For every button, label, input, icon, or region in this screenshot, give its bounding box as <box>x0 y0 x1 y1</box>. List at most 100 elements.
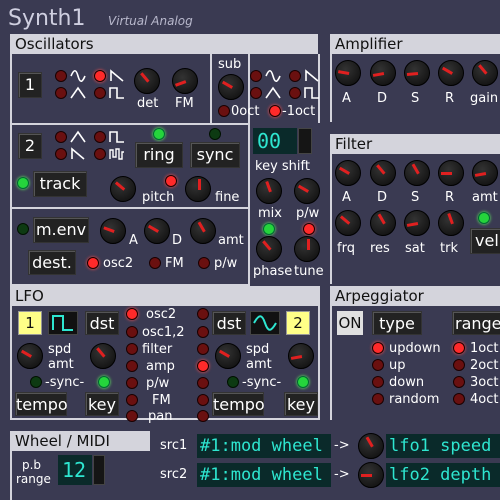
lfo2-wave-display[interactable] <box>250 311 280 335</box>
ring-led[interactable] <box>153 128 165 140</box>
lfo2-key-button[interactable]: key <box>284 392 318 416</box>
lfo2-dst-fm-led[interactable] <box>197 394 209 406</box>
lfo1-wave-display[interactable] <box>48 311 78 335</box>
osc1-fm-knob[interactable] <box>172 68 198 94</box>
lfo1-sync-on-led[interactable] <box>98 376 110 388</box>
lfo2-dst-filter-led[interactable] <box>197 343 209 355</box>
dest-osc2-led[interactable] <box>87 257 99 269</box>
pb-range-display[interactable]: 12 <box>58 455 92 485</box>
lfo-dst-osc12-led[interactable] <box>126 326 138 338</box>
amp-d-knob[interactable] <box>370 60 396 86</box>
arp-on-button[interactable]: ON <box>337 311 363 335</box>
dst1-display[interactable]: lfo1 speed <box>386 434 500 458</box>
lfo1-number[interactable]: 1 <box>18 311 42 335</box>
lfo-dst-amp-led[interactable] <box>126 360 138 372</box>
lfo1-spd-knob[interactable] <box>17 343 43 369</box>
lfo-dst-pan-led[interactable] <box>126 410 138 422</box>
tune-knob[interactable] <box>294 236 320 262</box>
filter-frq-knob[interactable] <box>335 210 361 236</box>
dest-pw-led[interactable] <box>198 257 210 269</box>
osc1-tri-led[interactable] <box>55 87 67 99</box>
lfo2-dst-osc2-led[interactable] <box>197 308 209 320</box>
menv-button[interactable]: m.env <box>33 217 89 243</box>
filter-sat-knob[interactable] <box>404 210 430 236</box>
vel-led[interactable] <box>478 212 490 224</box>
lfo1-amt-knob[interactable] <box>90 343 116 369</box>
lfo1-sync-led[interactable] <box>30 376 42 388</box>
lfo2-spd-knob[interactable] <box>215 343 241 369</box>
sub-minus1oct-led[interactable] <box>269 105 281 117</box>
src1-display[interactable]: #1:mod wheel <box>197 434 331 458</box>
lfo2-amt-knob[interactable] <box>288 343 314 369</box>
filter-res-knob[interactable] <box>370 210 396 236</box>
dest-button[interactable]: dest. <box>28 250 76 275</box>
filter-amt-knob[interactable] <box>472 160 498 186</box>
sync-button[interactable]: sync <box>190 142 240 168</box>
src1-amount-knob[interactable] <box>358 433 384 459</box>
lfo2-dst-button[interactable]: dst <box>212 311 246 335</box>
filter-trk-knob[interactable] <box>438 210 464 236</box>
osc1-sawtooth-led[interactable] <box>94 70 106 82</box>
pb-range-spinner[interactable] <box>93 455 105 485</box>
pw-knob[interactable] <box>294 178 320 204</box>
menv-amt-knob[interactable] <box>190 218 216 244</box>
amp-r-knob[interactable] <box>438 60 464 86</box>
pitch-knob[interactable] <box>110 176 136 202</box>
arp-2oct-led[interactable] <box>453 359 465 371</box>
lfo1-dst-button[interactable]: dst <box>85 311 119 335</box>
sub-sine-led[interactable] <box>250 70 262 82</box>
lfo-dst-pw-led[interactable] <box>126 377 138 389</box>
arp-updown-led[interactable] <box>372 342 384 354</box>
lfo2-dst-amp-led[interactable] <box>197 360 209 372</box>
vel-button[interactable]: vel <box>470 228 500 254</box>
menv-a-knob[interactable] <box>100 218 126 244</box>
track-button[interactable]: track <box>33 171 87 197</box>
sub-saw-led[interactable] <box>289 70 301 82</box>
sub-square-led[interactable] <box>289 87 301 99</box>
tune-led[interactable] <box>303 223 315 235</box>
track-led[interactable] <box>17 177 29 189</box>
phase-led[interactable] <box>263 223 275 235</box>
amp-s-knob[interactable] <box>404 60 430 86</box>
sub-knob[interactable] <box>218 74 244 100</box>
arp-range-button[interactable]: range <box>452 311 500 335</box>
lfo-dst-osc2-led[interactable] <box>126 308 138 320</box>
lfo-dst-fm-led[interactable] <box>126 394 138 406</box>
pitch-led[interactable] <box>165 175 177 187</box>
sync-led[interactable] <box>209 128 221 140</box>
lfo2-sync-on-led[interactable] <box>297 376 309 388</box>
lfo-dst-filter-led[interactable] <box>126 343 138 355</box>
lfo2-number[interactable]: 2 <box>286 311 310 335</box>
src2-display[interactable]: #1:mod wheel <box>197 463 331 487</box>
osc1-number[interactable]: 1 <box>18 72 42 98</box>
filter-d-knob[interactable] <box>370 160 396 186</box>
src2-amount-knob[interactable] <box>358 462 384 488</box>
key-shift-spinner[interactable] <box>298 128 312 154</box>
lfo2-tempo-button[interactable]: tempo <box>212 392 265 416</box>
arp-up-led[interactable] <box>372 359 384 371</box>
osc1-square-led[interactable] <box>94 87 106 99</box>
osc2-number[interactable]: 2 <box>18 133 42 159</box>
osc2-square-led[interactable] <box>94 131 106 143</box>
lfo2-dst-pw-led[interactable] <box>197 377 209 389</box>
fine-knob[interactable] <box>185 176 211 202</box>
sub-0oct-led[interactable] <box>218 105 230 117</box>
arp-random-led[interactable] <box>372 393 384 405</box>
amp-gain-knob[interactable] <box>472 60 498 86</box>
lfo2-dst-pan-led[interactable] <box>197 410 209 422</box>
lfo1-key-button[interactable]: key <box>85 392 119 416</box>
filter-s-knob[interactable] <box>404 160 430 186</box>
ring-button[interactable]: ring <box>135 142 183 168</box>
sub-tri-led[interactable] <box>250 87 262 99</box>
mix-knob[interactable] <box>256 178 282 204</box>
arp-down-led[interactable] <box>372 376 384 388</box>
menv-led[interactable] <box>17 223 29 235</box>
osc2-noise-led[interactable] <box>94 148 106 160</box>
arp-type-button[interactable]: type <box>372 311 422 335</box>
filter-a-knob[interactable] <box>335 160 361 186</box>
arp-4oct-led[interactable] <box>453 393 465 405</box>
osc2-tri-led[interactable] <box>55 148 67 160</box>
arp-3oct-led[interactable] <box>453 376 465 388</box>
dst2-display[interactable]: lfo2 depth <box>386 463 500 487</box>
osc2-saw-led[interactable] <box>55 131 67 143</box>
